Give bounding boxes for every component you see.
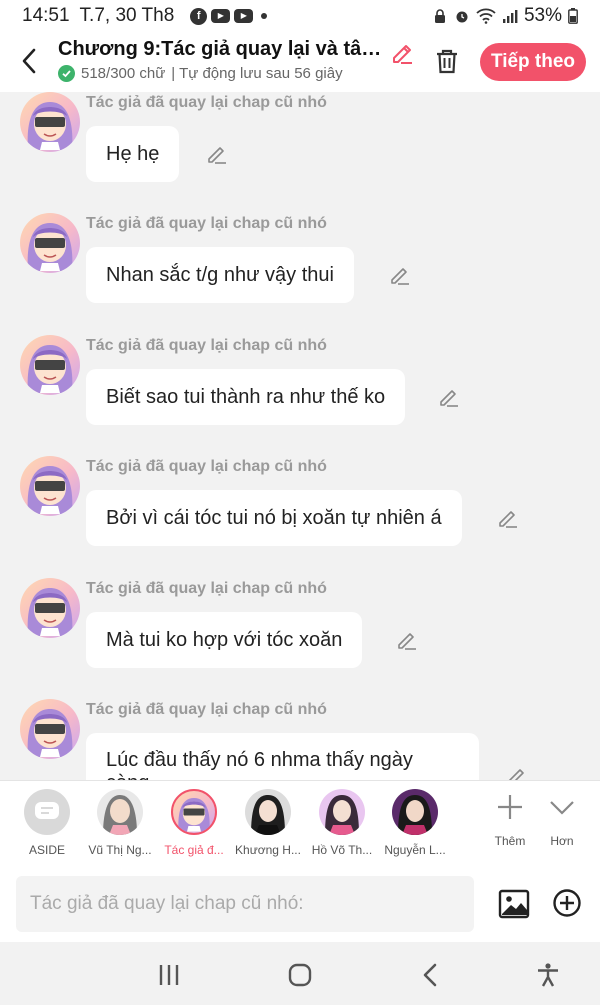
notification-dot-icon	[261, 13, 268, 19]
trash-icon[interactable]	[432, 46, 462, 76]
character-nguyen[interactable]: Nguyễn L...	[374, 789, 456, 857]
message-author: Tác giả đã quay lại chap cũ nhó	[86, 94, 327, 111]
status-bar: 14:51 T.7, 30 Th8 f ▶ ▶ 53%	[0, 0, 600, 32]
character-vu-thi[interactable]: Vũ Thị Ng...	[79, 789, 161, 857]
edit-message-icon[interactable]	[497, 507, 519, 529]
author-avatar[interactable]	[20, 578, 80, 638]
message-item: Tác giả đã quay lại chap cũ nhó Lúc đầu …	[0, 699, 600, 780]
add-circle-icon[interactable]	[552, 888, 582, 918]
character-label: Tác giả đ...	[164, 843, 224, 857]
lock-icon	[434, 9, 445, 23]
character-label: Vũ Thị Ng...	[88, 843, 152, 857]
character-avatar	[97, 789, 143, 835]
message-item: Tác giả đã quay lại chap cũ nhó Mà tui k…	[0, 578, 600, 698]
message-bubble[interactable]: Mà tui ko hợp với tóc xoăn	[86, 612, 363, 668]
composer-bar	[0, 866, 600, 942]
character-label: Nguyễn L...	[384, 843, 446, 857]
message-bubble[interactable]: Bởi vì cái tóc tui nó bị xoăn tự nhiên á	[86, 490, 462, 546]
message-bubble[interactable]: Nhan sắc t/g như vậy thui	[86, 247, 354, 303]
author-avatar[interactable]	[20, 335, 80, 395]
character-avatar	[171, 789, 217, 835]
character-avatar	[319, 789, 365, 835]
signal-icon	[502, 10, 518, 23]
author-avatar[interactable]	[20, 92, 80, 152]
message-author: Tác giả đã quay lại chap cũ nhó	[86, 701, 327, 718]
status-date: T.7, 30 Th8	[79, 5, 175, 26]
back-button[interactable]	[14, 44, 44, 78]
recents-icon[interactable]	[156, 962, 182, 988]
home-icon[interactable]	[287, 962, 313, 988]
add-label: Thêm	[494, 834, 526, 848]
author-avatar[interactable]	[20, 456, 80, 516]
message-list[interactable]: Tác giả đã quay lại chap cũ nhó Hẹ hẹ Tá…	[0, 92, 600, 780]
check-icon	[58, 65, 75, 82]
edit-message-icon[interactable]	[396, 629, 418, 651]
chevron-down-icon	[550, 801, 574, 815]
message-author: Tác giả đã quay lại chap cũ nhó	[86, 215, 327, 232]
character-khuong[interactable]: Khương H...	[227, 789, 309, 857]
edit-title-icon[interactable]	[388, 38, 416, 66]
character-tray: ASIDE Vũ Thị Ng... Tác giả đ... Khương H…	[0, 780, 600, 866]
image-icon[interactable]	[498, 888, 530, 920]
alarm-icon	[456, 11, 468, 23]
character-aside[interactable]: ASIDE	[6, 789, 88, 857]
message-item: Tác giả đã quay lại chap cũ nhó Hẹ hẹ	[0, 92, 600, 212]
facebook-icon: f	[190, 7, 208, 25]
message-bubble[interactable]: Hẹ hẹ	[86, 126, 180, 182]
edit-message-icon[interactable]	[206, 143, 228, 165]
battery-percent: 53%	[523, 5, 562, 26]
plus-icon	[498, 795, 522, 819]
character-avatar	[245, 789, 291, 835]
youtube-icon: ▶	[211, 9, 231, 23]
character-avatar	[392, 789, 438, 835]
message-item: Tác giả đã quay lại chap cũ nhó Bởi vì c…	[0, 456, 600, 576]
author-avatar[interactable]	[20, 699, 80, 759]
message-item: Tác giả đã quay lại chap cũ nhó Biết sao…	[0, 335, 600, 455]
word-count: 518/300 chữ	[81, 65, 166, 82]
character-label: Khương H...	[235, 843, 301, 857]
message-author: Tác giả đã quay lại chap cũ nhó	[86, 337, 327, 354]
editor-header: Chương 9:Tác giả quay lại và tâm sự 518/…	[0, 32, 600, 92]
chapter-title[interactable]: Chương 9:Tác giả quay lại và tâm sự	[58, 38, 386, 61]
author-avatar[interactable]	[20, 213, 80, 273]
more-characters-button[interactable]: Hơn	[537, 793, 587, 848]
battery-icon	[568, 8, 578, 24]
title-block: Chương 9:Tác giả quay lại và tâm sự 518/…	[58, 38, 388, 82]
message-bubble[interactable]: Biết sao tui thành ra như thế ko	[86, 369, 406, 425]
add-character-button[interactable]: Thêm	[485, 793, 535, 848]
character-label: Hồ Võ Th...	[311, 843, 373, 857]
system-nav-bar	[0, 942, 600, 1005]
status-time: 14:51	[22, 5, 70, 26]
edit-message-icon[interactable]	[389, 264, 411, 286]
wifi-icon	[476, 8, 496, 24]
character-label: ASIDE	[28, 843, 65, 857]
message-author: Tác giả đã quay lại chap cũ nhó	[86, 580, 327, 597]
next-button[interactable]: Tiếp theo	[480, 43, 586, 81]
message-author: Tác giả đã quay lại chap cũ nhó	[86, 458, 327, 475]
accessibility-icon[interactable]	[535, 962, 561, 988]
message-item: Tác giả đã quay lại chap cũ nhó Nhan sắc…	[0, 213, 600, 333]
save-status: 518/300 chữ | Tự động lưu sau 56 giây	[58, 65, 388, 82]
chevron-left-icon	[22, 48, 36, 74]
message-input[interactable]	[16, 876, 474, 932]
character-tac-gia[interactable]: Tác giả đ...	[153, 789, 235, 857]
more-label: Hơn	[550, 834, 574, 848]
character-ho-vo[interactable]: Hồ Võ Th...	[301, 789, 383, 857]
autosave-status: | Tự động lưu sau 56 giây	[171, 65, 343, 82]
edit-message-icon[interactable]	[438, 386, 460, 408]
edit-message-icon[interactable]	[506, 765, 528, 780]
youtube-icon-2: ▶	[234, 9, 254, 23]
message-bubble[interactable]: Lúc đầu thấy nó 6 nhma thấy ngày càng...	[86, 733, 479, 780]
back-nav-icon[interactable]	[418, 962, 444, 988]
aside-icon	[24, 789, 70, 835]
